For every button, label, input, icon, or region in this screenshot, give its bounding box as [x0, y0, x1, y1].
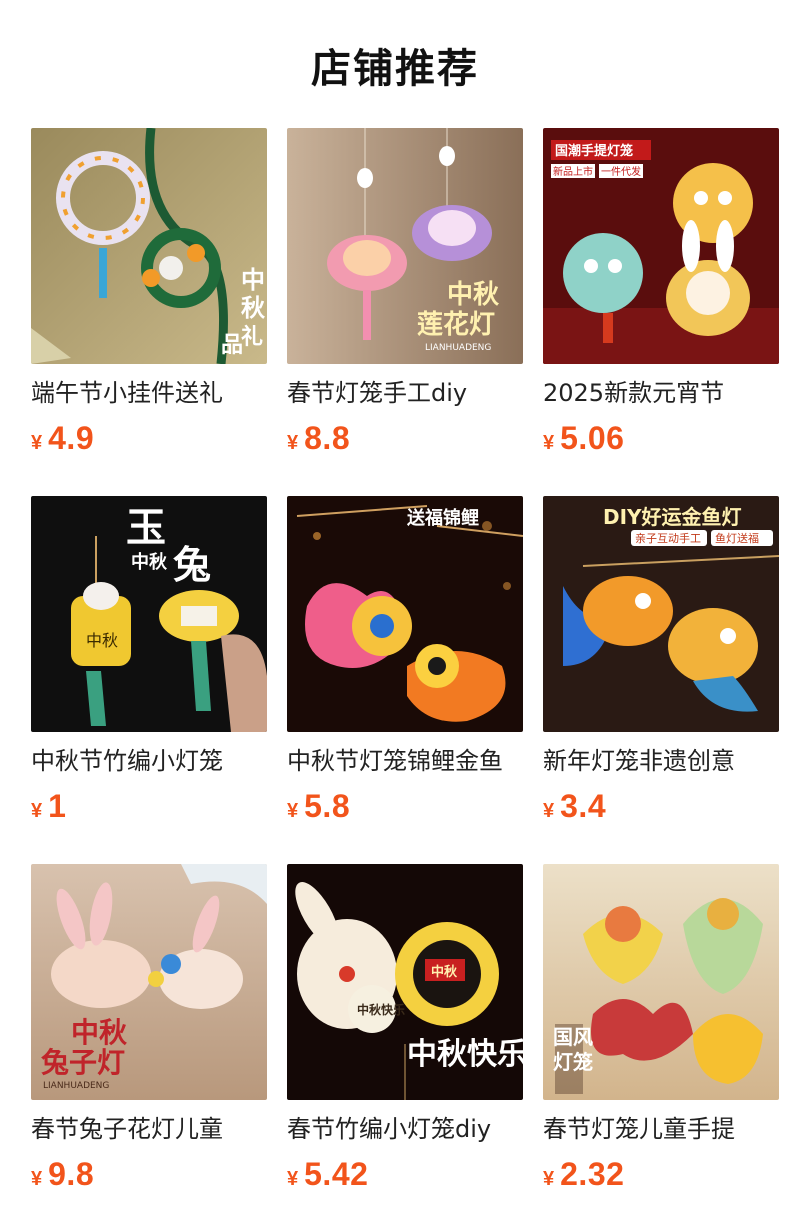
product-card[interactable]: 中秋 莲花灯 LIANHUADENG 春节灯笼手工diy ¥ 8.8: [287, 128, 523, 496]
price-value: 1: [48, 788, 67, 824]
shop-recommendations-page: 店铺推荐 中 秋 礼 品 端午节小挂件送礼 ¥ 4.9 中秋 莲花灯 LIANH…: [0, 0, 790, 1232]
product-image[interactable]: 中秋 中秋快乐 中秋快乐: [287, 864, 523, 1100]
svg-text:亲子互动手工: 亲子互动手工: [635, 531, 701, 545]
svg-text:礼: 礼: [241, 324, 263, 350]
product-image[interactable]: DIY好运金鱼灯 亲子互动手工 鱼灯送福: [543, 496, 779, 732]
svg-text:莲花灯: 莲花灯: [417, 310, 495, 340]
product-price: ¥ 5.8: [287, 788, 523, 825]
svg-text:DIY好运金鱼灯: DIY好运金鱼灯: [603, 505, 742, 529]
product-card[interactable]: 国风 灯笼 春节灯笼儿童手提 ¥ 2.32: [543, 864, 779, 1232]
product-name[interactable]: 春节竹编小灯笼diy: [287, 1114, 523, 1144]
product-name[interactable]: 中秋节灯笼锦鲤金鱼: [287, 746, 523, 776]
product-name[interactable]: 春节兔子花灯儿童: [31, 1114, 267, 1144]
product-card[interactable]: 国潮手提灯笼 新品上市 一件代发 2025新款元宵节 ¥ 5.06: [543, 128, 779, 496]
svg-text:中秋: 中秋: [86, 631, 118, 650]
svg-text:中秋: 中秋: [431, 964, 458, 980]
currency-symbol: ¥: [287, 800, 299, 822]
svg-text:秋: 秋: [241, 293, 266, 322]
product-name[interactable]: 春节灯笼手工diy: [287, 378, 523, 408]
product-card[interactable]: 中秋 中秋快乐 中秋快乐 春节竹编小灯笼diy ¥ 5.42: [287, 864, 523, 1232]
svg-text:鱼灯送福: 鱼灯送福: [715, 531, 759, 545]
price-value: 2.32: [560, 1156, 625, 1192]
page-title: 店铺推荐: [311, 46, 479, 92]
product-name[interactable]: 春节灯笼儿童手提: [543, 1114, 779, 1144]
currency-symbol: ¥: [287, 432, 299, 454]
product-price: ¥ 8.8: [287, 420, 523, 457]
currency-symbol: ¥: [31, 432, 43, 454]
svg-text:品: 品: [221, 332, 243, 358]
currency-symbol: ¥: [31, 800, 43, 822]
currency-symbol: ¥: [543, 1168, 555, 1190]
price-value: 5.42: [304, 1156, 369, 1192]
product-price: ¥ 9.8: [31, 1156, 267, 1193]
svg-text:中秋: 中秋: [71, 1016, 128, 1049]
price-value: 3.4: [560, 788, 607, 824]
price-value: 5.06: [560, 420, 625, 456]
product-name[interactable]: 2025新款元宵节: [543, 378, 779, 408]
product-price: ¥ 2.32: [543, 1156, 779, 1193]
svg-text:中秋: 中秋: [447, 280, 500, 310]
svg-text:送福锦鲤: 送福锦鲤: [406, 507, 479, 529]
product-name[interactable]: 新年灯笼非遗创意: [543, 746, 779, 776]
price-value: 9.8: [48, 1156, 95, 1192]
svg-text:LIANHUADENG: LIANHUADENG: [425, 343, 491, 353]
svg-text:一件代发: 一件代发: [601, 165, 641, 178]
product-price: ¥ 1: [31, 788, 267, 825]
product-image[interactable]: 中秋 莲花灯 LIANHUADENG: [287, 128, 523, 364]
product-grid: 中 秋 礼 品 端午节小挂件送礼 ¥ 4.9 中秋 莲花灯 LIANHUADEN…: [31, 128, 779, 1232]
product-price: ¥ 4.9: [31, 420, 267, 457]
product-name[interactable]: 端午节小挂件送礼: [31, 378, 267, 408]
svg-text:中: 中: [241, 265, 265, 294]
svg-text:国风: 国风: [553, 1025, 593, 1049]
svg-text:兔: 兔: [173, 542, 211, 587]
product-name[interactable]: 中秋节竹编小灯笼: [31, 746, 267, 776]
product-image[interactable]: 玉 中秋 兔 中秋: [31, 496, 267, 732]
product-card[interactable]: DIY好运金鱼灯 亲子互动手工 鱼灯送福 新年灯笼非遗创意 ¥ 3.4: [543, 496, 779, 864]
svg-text:兔子灯: 兔子灯: [41, 1046, 125, 1079]
product-price: ¥ 5.06: [543, 420, 779, 457]
price-value: 4.9: [48, 420, 95, 456]
currency-symbol: ¥: [543, 432, 555, 454]
product-image[interactable]: 国潮手提灯笼 新品上市 一件代发: [543, 128, 779, 364]
product-image[interactable]: 国风 灯笼: [543, 864, 779, 1100]
svg-text:灯笼: 灯笼: [553, 1050, 593, 1074]
product-image[interactable]: 中 秋 礼 品: [31, 128, 267, 364]
svg-text:LIANHUADENG: LIANHUADENG: [43, 1081, 109, 1091]
product-card[interactable]: 送福锦鲤 中秋节灯笼锦鲤金鱼 ¥ 5.8: [287, 496, 523, 864]
svg-text:新品上市: 新品上市: [553, 165, 593, 178]
product-card[interactable]: 玉 中秋 兔 中秋 中秋节竹编小灯笼 ¥ 1: [31, 496, 267, 864]
product-image[interactable]: 送福锦鲤: [287, 496, 523, 732]
product-card[interactable]: 中秋 兔子灯 LIANHUADENG 春节兔子花灯儿童 ¥ 9.8: [31, 864, 267, 1232]
product-price: ¥ 5.42: [287, 1156, 523, 1193]
product-price: ¥ 3.4: [543, 788, 779, 825]
svg-text:中秋: 中秋: [131, 551, 168, 573]
currency-symbol: ¥: [543, 800, 555, 822]
svg-text:玉: 玉: [126, 504, 166, 551]
product-card[interactable]: 中 秋 礼 品 端午节小挂件送礼 ¥ 4.9: [31, 128, 267, 496]
currency-symbol: ¥: [31, 1168, 43, 1190]
price-value: 8.8: [304, 420, 351, 456]
svg-text:中秋快乐: 中秋快乐: [357, 1002, 405, 1017]
svg-text:国潮手提灯笼: 国潮手提灯笼: [555, 143, 633, 159]
currency-symbol: ¥: [287, 1168, 299, 1190]
price-value: 5.8: [304, 788, 351, 824]
product-image[interactable]: 中秋 兔子灯 LIANHUADENG: [31, 864, 267, 1100]
svg-text:中秋快乐: 中秋快乐: [407, 1037, 523, 1072]
